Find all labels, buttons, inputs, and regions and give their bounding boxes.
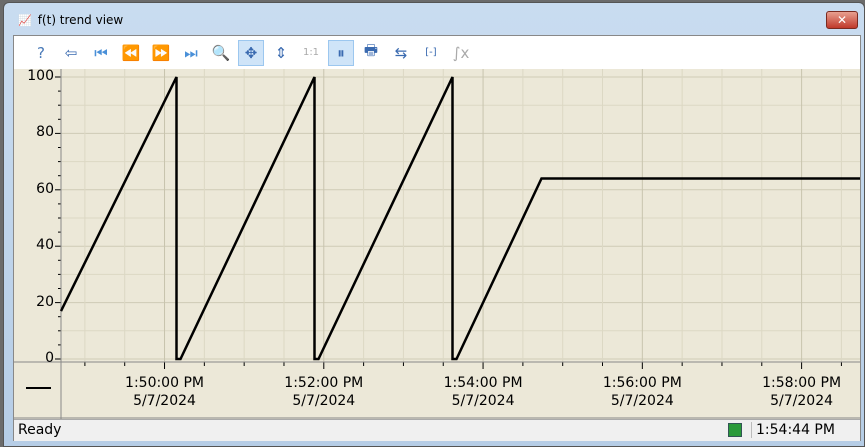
y-tick-label: 60 xyxy=(36,180,54,197)
status-text: Ready xyxy=(18,422,62,438)
fast-forward-button[interactable]: ⏩ xyxy=(148,40,174,66)
pause-button[interactable]: ⏸ xyxy=(328,39,354,66)
print-icon: 🖶 xyxy=(363,41,379,59)
one-to-one-button[interactable]: 1:1 xyxy=(298,40,324,66)
x-tick-date: 5/7/2024 xyxy=(292,393,356,409)
x-tick-date: 5/7/2024 xyxy=(610,393,674,409)
print-button[interactable]: 🖶 xyxy=(358,40,384,66)
x-tick-time: 1:58:00 PM xyxy=(762,375,842,391)
zoom-button[interactable]: 🔍 xyxy=(208,40,234,66)
x-tick-date: 5/7/2024 xyxy=(451,393,515,409)
chart-svg xyxy=(14,69,860,419)
last-button[interactable]: ⏭ xyxy=(178,40,204,66)
pan-icon: ✥ xyxy=(244,43,258,62)
x-tick-time: 1:56:00 PM xyxy=(602,375,682,391)
import-button[interactable]: ⇦ xyxy=(58,40,84,66)
trend-app-icon: 📈 xyxy=(18,13,32,27)
cursor-icon: ⇆ xyxy=(394,43,408,62)
status-bar: Ready 1:54:44 PM xyxy=(14,419,860,441)
x-tick-time: 1:52:00 PM xyxy=(284,375,364,391)
last-icon: ⏭ xyxy=(184,43,198,62)
rewind-icon: ⏪ xyxy=(121,43,141,62)
y-scale-button[interactable]: ⇕ xyxy=(268,40,294,66)
status-time: 1:54:44 PM xyxy=(751,422,835,438)
x-tick-date: 5/7/2024 xyxy=(770,393,834,409)
y-tick-label: 100 xyxy=(27,68,54,84)
first-icon: ⏮ xyxy=(94,43,108,62)
help-icon: ? xyxy=(37,43,45,62)
x-tick-label: 1:52:00 PM 5/7/2024 xyxy=(264,374,384,410)
network-icon xyxy=(728,423,742,437)
zoom-icon: 🔍 xyxy=(211,43,231,62)
fast-forward-icon: ⏩ xyxy=(151,43,171,62)
import-icon: ⇦ xyxy=(64,43,78,62)
y-scale-icon: ⇕ xyxy=(274,43,288,62)
y-tick-label: 80 xyxy=(36,124,54,141)
pan-button[interactable]: ✥ xyxy=(238,39,264,66)
x-tick-time: 1:50:00 PM xyxy=(125,375,204,391)
x-tick-time: 1:54:00 PM xyxy=(443,375,523,391)
toolbar: ? ⇦ ⏮ ⏪ ⏩ ⏭ 🔍 ✥ ⇕ 1:1 ⏸ 🖶 ⇆ [-] ∫x xyxy=(14,36,860,69)
help-button[interactable]: ? xyxy=(28,40,54,66)
title-bar: 📈 f(t) trend view xyxy=(18,13,123,27)
y-tick-label: 0 xyxy=(45,350,54,366)
trend-chart[interactable]: 0 20 40 60 80 100 1:50:00 PM 5/7/2024 1:52:00 PM… xyxy=(14,68,862,419)
rewind-button[interactable]: ⏪ xyxy=(118,40,144,66)
integral-icon: ∫x xyxy=(452,43,470,62)
y-tick-label: 40 xyxy=(36,237,54,254)
cursor-button[interactable]: ⇆ xyxy=(388,40,414,66)
window: 📈 f(t) trend view ✕ ? ⇦ ⏮ ⏪ ⏩ ⏭ 🔍 ✥ ⇕ 1:1 ⏸ 🖶 ⇆ [-] ∫x… xyxy=(3,2,865,447)
x-tick-label: 1:50:00 PM 5/7/2024 xyxy=(105,374,225,410)
pause-icon: ⏸ xyxy=(337,43,345,62)
range-icon: [-] xyxy=(425,47,437,58)
first-button[interactable]: ⏮ xyxy=(88,40,114,66)
client-area: ? ⇦ ⏮ ⏪ ⏩ ⏭ 🔍 ✥ ⇕ 1:1 ⏸ 🖶 ⇆ [-] ∫x 0 20 40 60 80 100 1:50:00… xyxy=(13,35,861,441)
y-tick-label: 20 xyxy=(36,293,54,310)
x-tick-date: 5/7/2024 xyxy=(133,393,196,409)
x-tick-label: 1:54:00 PM 5/7/2024 xyxy=(423,374,543,410)
close-button[interactable]: ✕ xyxy=(826,11,858,29)
one-to-one-icon: 1:1 xyxy=(302,47,320,58)
x-tick-label: 1:56:00 PM 5/7/2024 xyxy=(582,374,702,410)
x-tick-label: 1:58:00 PM 5/7/2024 xyxy=(742,374,862,410)
range-button[interactable]: [-] xyxy=(418,40,444,66)
window-title: f(t) trend view xyxy=(37,13,124,27)
integral-button[interactable]: ∫x xyxy=(448,40,474,66)
